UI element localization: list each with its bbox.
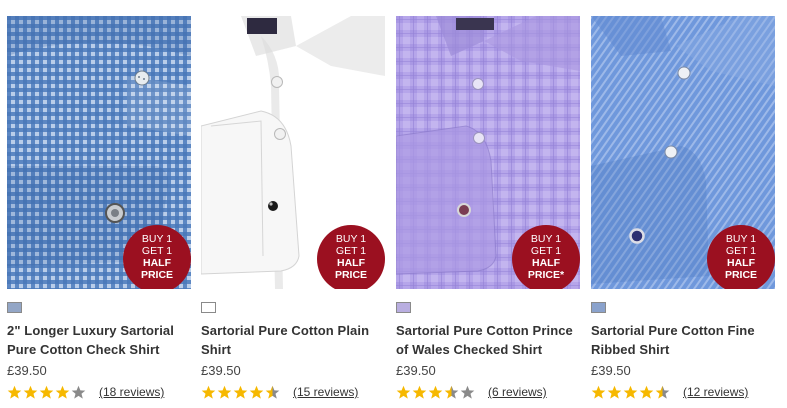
- svg-text:PRICE: PRICE: [335, 269, 367, 281]
- svg-text:BUY 1: BUY 1: [336, 233, 366, 245]
- color-swatch[interactable]: [396, 302, 411, 313]
- product-rating: (6 reviews): [396, 384, 547, 400]
- offer-badge: BUY 1 GET 1 HALF PRICE: [707, 225, 775, 289]
- product-name-line: Sartorial Pure Cotton Plain: [201, 323, 370, 338]
- star-rating: [7, 385, 87, 400]
- product-grid: BUY 1 GET 1 HALF PRICE 2" Longer Luxury …: [0, 0, 787, 408]
- star-filled-icon: [23, 385, 38, 399]
- svg-text:PRICE*: PRICE*: [528, 269, 565, 281]
- product-rating: (12 reviews): [591, 384, 748, 400]
- color-swatch[interactable]: [7, 302, 22, 313]
- product-name-line: 2" Longer Luxury Sartorial: [7, 323, 174, 338]
- product-name-line: Sartorial Pure Cotton Prince: [396, 323, 573, 338]
- product-name-link[interactable]: Sartorial Pure Cotton Fine Ribbed Shirt: [591, 321, 777, 359]
- product-name-line: Pure Cotton Check Shirt: [7, 342, 160, 357]
- svg-text:GET 1: GET 1: [531, 245, 561, 257]
- reviews-link[interactable]: (18 reviews): [99, 385, 164, 399]
- star-filled-icon: [55, 385, 70, 399]
- product-name-line: Ribbed Shirt: [591, 342, 670, 357]
- svg-text:PRICE: PRICE: [141, 269, 173, 281]
- product-rating: (18 reviews): [7, 384, 164, 400]
- star-filled-icon: [412, 385, 427, 399]
- reviews-link[interactable]: (6 reviews): [488, 385, 547, 399]
- product-name-link[interactable]: Sartorial Pure Cotton Plain Shirt: [201, 321, 387, 359]
- product-price: £39.50: [591, 363, 631, 378]
- product-image[interactable]: BUY 1 GET 1 HALF PRICE: [591, 16, 775, 289]
- offer-badge: BUY 1 GET 1 HALF PRICE*: [512, 225, 580, 289]
- svg-text:BUY 1: BUY 1: [531, 233, 561, 245]
- product-image[interactable]: BUY 1 GET 1 HALF PRICE: [201, 16, 385, 289]
- color-swatch[interactable]: [591, 302, 606, 313]
- color-swatch[interactable]: [201, 302, 216, 313]
- product-name-line: Sartorial Pure Cotton Fine: [591, 323, 755, 338]
- star-rating: [396, 385, 476, 400]
- product-card: BUY 1 GET 1 HALF PRICE Sartorial Pure Co…: [201, 16, 385, 408]
- svg-text:GET 1: GET 1: [336, 245, 366, 257]
- product-image[interactable]: BUY 1 GET 1 HALF PRICE: [7, 16, 191, 289]
- star-rating: [591, 385, 671, 400]
- star-filled-icon: [607, 385, 622, 399]
- offer-badge: BUY 1 GET 1 HALF PRICE: [317, 225, 385, 289]
- star-filled-icon: [639, 385, 654, 399]
- svg-text:GET 1: GET 1: [726, 245, 756, 257]
- reviews-link[interactable]: (12 reviews): [683, 385, 748, 399]
- svg-text:PRICE: PRICE: [725, 269, 757, 281]
- product-name-link[interactable]: Sartorial Pure Cotton Prince of Wales Ch…: [396, 321, 582, 359]
- star-filled-icon: [428, 385, 443, 399]
- product-image[interactable]: BUY 1 GET 1 HALF PRICE*: [396, 16, 580, 289]
- star-filled-icon: [623, 385, 638, 399]
- star-rating: [201, 385, 281, 400]
- product-card: BUY 1 GET 1 HALF PRICE Sartorial Pure Co…: [591, 16, 775, 408]
- star-filled-icon: [217, 385, 232, 399]
- product-price: £39.50: [396, 363, 436, 378]
- product-rating: (15 reviews): [201, 384, 358, 400]
- product-price: £39.50: [201, 363, 241, 378]
- svg-text:HALF: HALF: [337, 257, 366, 269]
- star-half-icon: [265, 385, 280, 399]
- star-half-icon: [444, 385, 459, 399]
- star-filled-icon: [7, 385, 22, 399]
- star-empty-icon: [71, 385, 86, 399]
- product-name-line: Shirt: [201, 342, 232, 357]
- product-price: £39.50: [7, 363, 47, 378]
- reviews-link[interactable]: (15 reviews): [293, 385, 358, 399]
- offer-badge: BUY 1 GET 1 HALF PRICE: [123, 225, 191, 289]
- star-filled-icon: [591, 385, 606, 399]
- star-filled-icon: [201, 385, 216, 399]
- svg-text:BUY 1: BUY 1: [142, 233, 172, 245]
- svg-text:BUY 1: BUY 1: [726, 233, 756, 245]
- svg-text:HALF: HALF: [532, 257, 561, 269]
- product-name-line: of Wales Checked Shirt: [396, 342, 543, 357]
- svg-text:HALF: HALF: [143, 257, 172, 269]
- star-half-icon: [655, 385, 670, 399]
- star-filled-icon: [39, 385, 54, 399]
- star-filled-icon: [396, 385, 411, 399]
- svg-text:GET 1: GET 1: [142, 245, 172, 257]
- star-empty-icon: [460, 385, 475, 399]
- product-card: BUY 1 GET 1 HALF PRICE 2" Longer Luxury …: [7, 16, 191, 408]
- product-name-link[interactable]: 2" Longer Luxury Sartorial Pure Cotton C…: [7, 321, 193, 359]
- product-card: BUY 1 GET 1 HALF PRICE* Sartorial Pure C…: [396, 16, 580, 408]
- svg-text:HALF: HALF: [727, 257, 756, 269]
- star-filled-icon: [249, 385, 264, 399]
- star-filled-icon: [233, 385, 248, 399]
